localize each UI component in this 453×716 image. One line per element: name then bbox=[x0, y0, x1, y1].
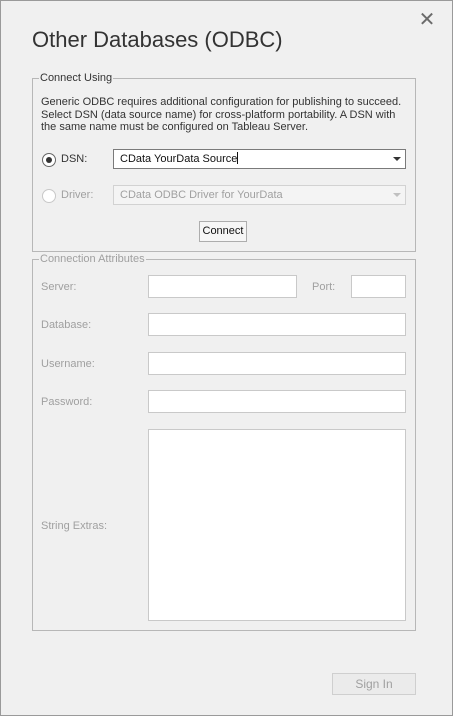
port-label: Port: bbox=[312, 281, 336, 293]
password-field[interactable] bbox=[148, 390, 406, 413]
driver-label: Driver: bbox=[61, 189, 94, 201]
sign-in-button[interactable]: Sign In bbox=[332, 673, 416, 695]
database-label: Database: bbox=[41, 319, 92, 331]
connection-attributes-legend: Connection Attributes bbox=[40, 253, 145, 265]
string-extras-label: String Extras: bbox=[41, 520, 108, 532]
dsn-select[interactable]: CData YourData Source bbox=[113, 149, 406, 169]
driver-radio[interactable] bbox=[42, 189, 56, 203]
dsn-label: DSN: bbox=[61, 153, 88, 165]
driver-select[interactable]: CData ODBC Driver for YourData bbox=[113, 185, 406, 205]
connect-using-legend: Connect Using bbox=[40, 72, 113, 84]
odbc-dialog: ✕ Other Databases (ODBC) Connect Using G… bbox=[0, 0, 453, 716]
dsn-select-value: CData YourData Source bbox=[120, 153, 238, 165]
connect-button[interactable]: Connect bbox=[199, 221, 247, 242]
server-label: Server: bbox=[41, 281, 77, 293]
close-icon[interactable]: ✕ bbox=[417, 10, 437, 30]
database-field[interactable] bbox=[148, 313, 406, 336]
password-label: Password: bbox=[41, 396, 93, 408]
dialog-title: Other Databases (ODBC) bbox=[32, 27, 283, 52]
chevron-down-icon[interactable] bbox=[393, 193, 401, 197]
driver-select-value: CData ODBC Driver for YourData bbox=[120, 189, 283, 201]
username-field[interactable] bbox=[148, 352, 406, 375]
dsn-radio[interactable] bbox=[42, 153, 56, 167]
text-cursor bbox=[237, 152, 239, 164]
port-field[interactable] bbox=[351, 275, 406, 298]
chevron-down-icon[interactable] bbox=[393, 157, 401, 161]
username-label: Username: bbox=[41, 358, 95, 370]
odbc-description: Generic ODBC requires additional configu… bbox=[41, 96, 402, 133]
server-field[interactable] bbox=[148, 275, 297, 298]
string-extras-textarea[interactable] bbox=[148, 429, 406, 621]
